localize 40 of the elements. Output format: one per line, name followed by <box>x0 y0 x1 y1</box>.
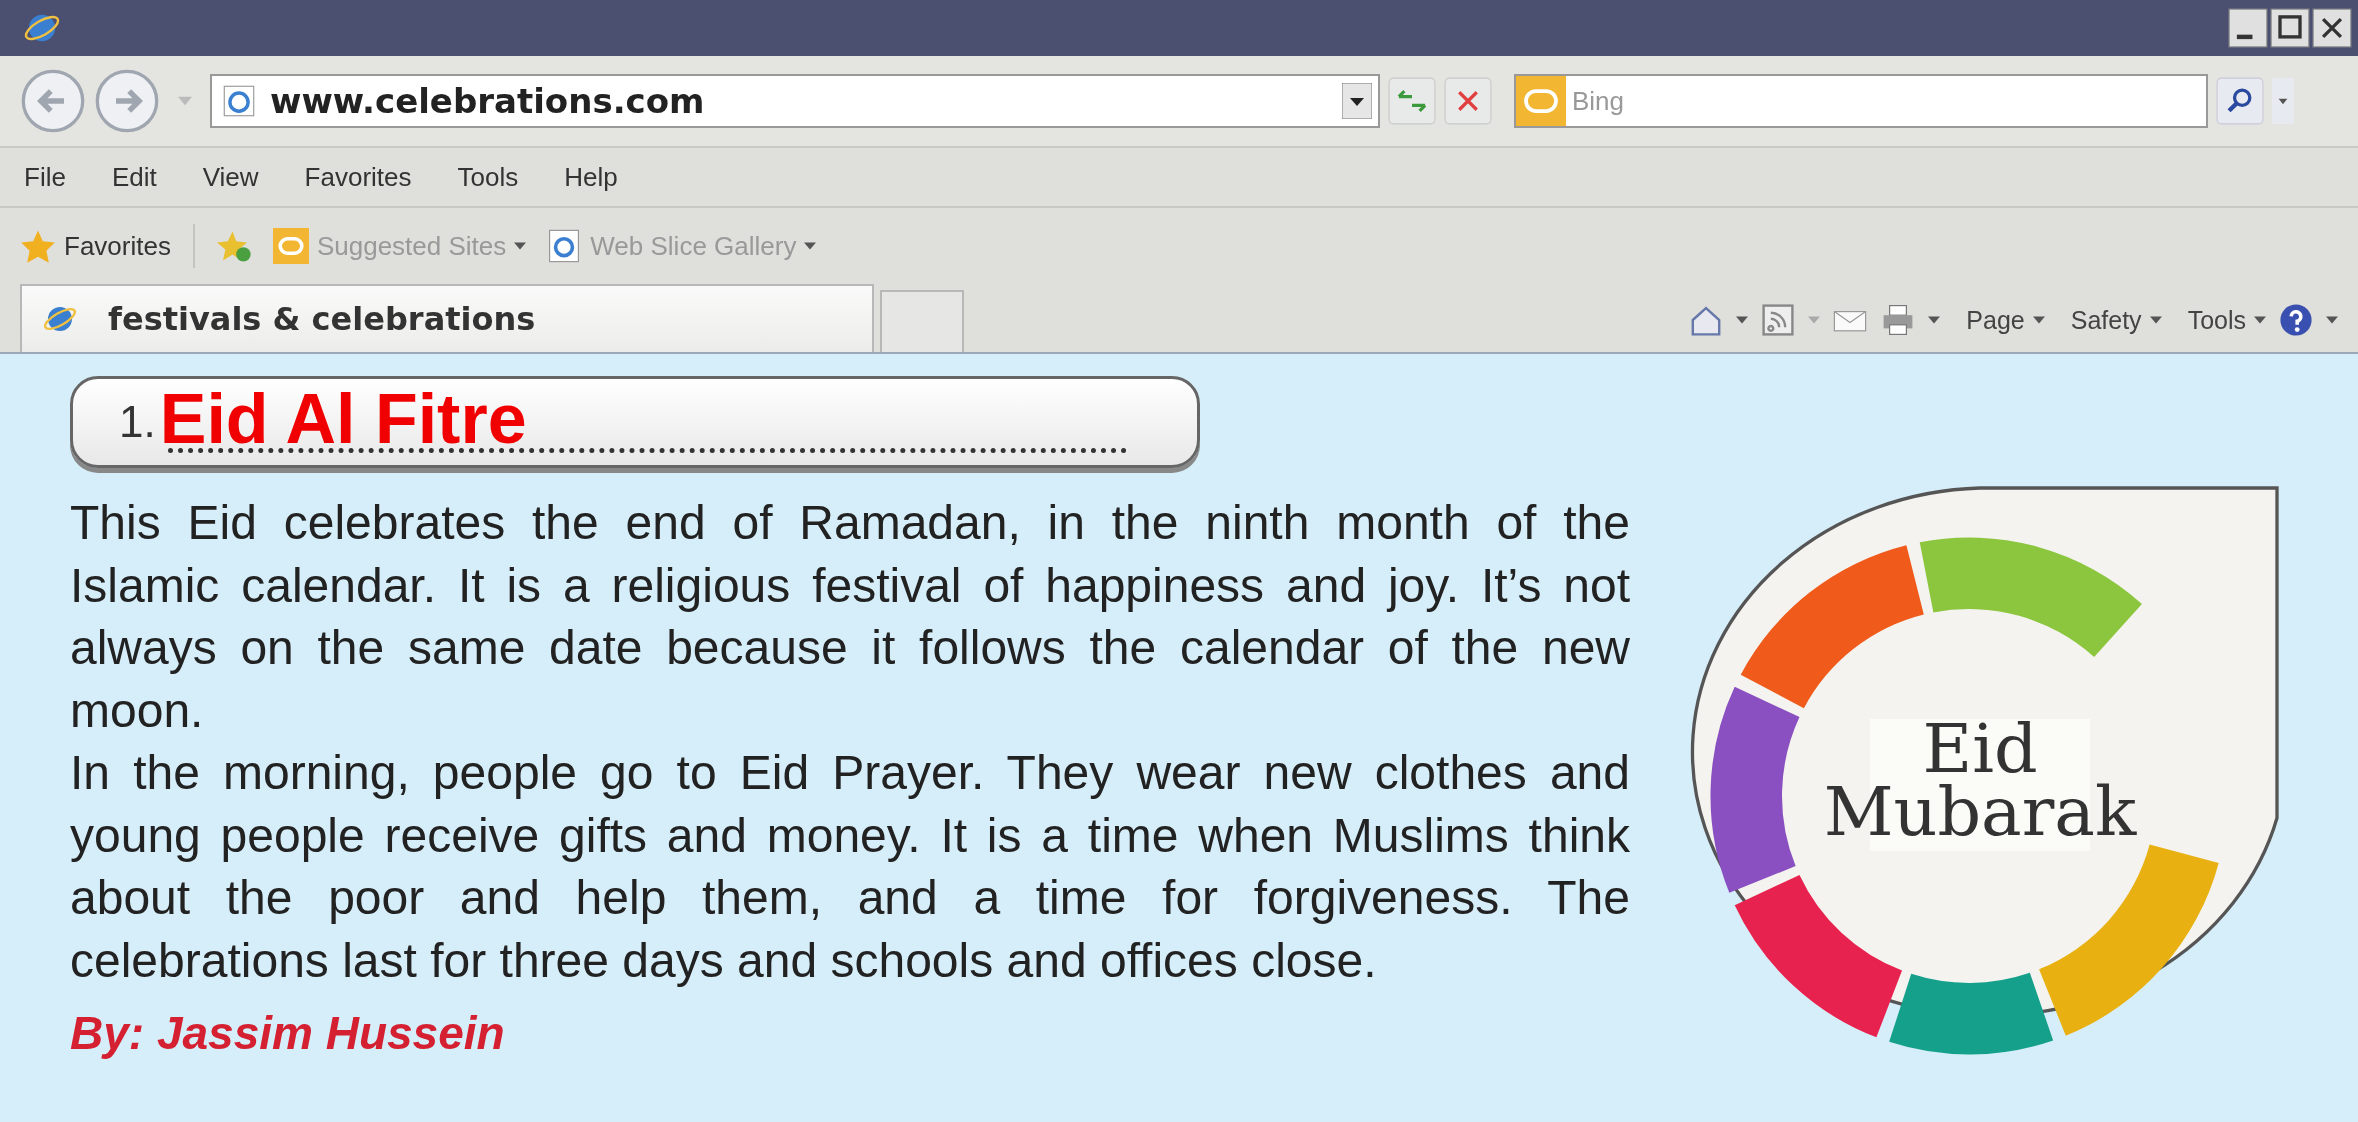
caret-icon[interactable] <box>2272 77 2294 125</box>
star-icon <box>20 228 56 264</box>
caret-icon[interactable] <box>1736 316 1749 324</box>
maximize-icon[interactable] <box>2270 8 2310 48</box>
paragraph: In the morning, people go to Eid Prayer. They wear new clothes and young people receive gifts and money. It is a time when Muslims think about the poor and help them, and a time for forgiveness. The celebrations last for three days and schools and offices close. <box>70 745 1630 989</box>
menu-item[interactable]: Help <box>564 161 618 193</box>
menu-item[interactable]: Tools <box>457 161 519 193</box>
answer-text: Eid Al Fitre <box>159 383 527 454</box>
author-byline: By: Jassim Hussein <box>70 1006 506 1060</box>
caret-icon <box>804 242 817 250</box>
close-icon[interactable] <box>2312 8 2352 48</box>
caret-icon <box>2149 316 2162 324</box>
browser-tab[interactable]: festivals & celebrations <box>20 284 874 352</box>
paragraph: This Eid celebrates the end of Ramadan, in the ninth month of the Islamic calendar. It is a religious festival of happiness and joy. It’s not always on the same date because it follows the calendar of the new moon. <box>70 495 1630 739</box>
help-icon[interactable] <box>2278 302 2314 338</box>
caret-icon[interactable] <box>1928 316 1941 324</box>
refresh-button[interactable] <box>1388 77 1436 125</box>
menu-item[interactable]: View <box>202 161 259 193</box>
menu-item[interactable]: Edit <box>111 161 157 193</box>
caret-icon <box>514 242 527 250</box>
minimize-icon[interactable] <box>2228 8 2268 48</box>
feed-icon[interactable] <box>1760 302 1797 338</box>
command-menu[interactable]: Safety <box>2070 305 2162 335</box>
dropdown-icon[interactable] <box>1342 83 1372 119</box>
menu-item[interactable]: Favorites <box>304 161 412 193</box>
site-icon <box>272 228 309 264</box>
caret-icon <box>2032 316 2045 324</box>
favorites-button[interactable]: Favorites <box>20 228 171 264</box>
address-field[interactable]: www.celebrations.com <box>210 74 1380 128</box>
command-menu[interactable]: Tools <box>2187 305 2266 335</box>
caret-icon[interactable] <box>2326 316 2338 324</box>
command-menu[interactable]: Page <box>1966 305 2045 335</box>
menu-item[interactable]: File <box>24 161 66 193</box>
page-icon <box>222 84 256 118</box>
forward-button[interactable] <box>94 68 160 134</box>
back-button[interactable] <box>20 68 86 134</box>
question-number: 1. <box>119 397 156 447</box>
caret-icon <box>2254 316 2266 324</box>
search-icon[interactable] <box>2216 77 2264 125</box>
stop-button[interactable] <box>1444 77 1492 125</box>
